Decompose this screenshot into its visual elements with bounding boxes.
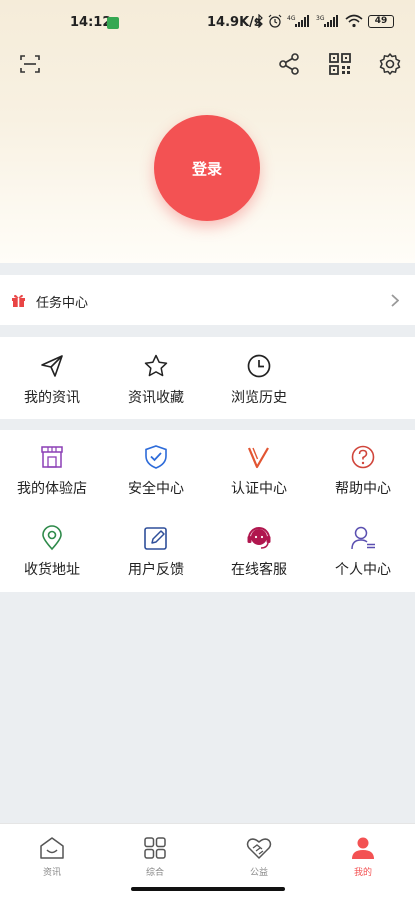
- headset-icon: [247, 527, 271, 549]
- settings-gear-icon[interactable]: [378, 52, 402, 76]
- star-icon: [144, 354, 168, 377]
- personal-center-item[interactable]: 个人中心: [311, 525, 415, 579]
- location-pin-icon: [42, 525, 62, 551]
- my-store-label: 我的体验店: [17, 481, 87, 497]
- user-feedback-item[interactable]: 用户反馈: [104, 525, 208, 579]
- store-icon: [41, 446, 63, 468]
- browse-history-label: 浏览历史: [231, 390, 287, 406]
- home-icon: [40, 837, 64, 859]
- status-bar: 14:12 14.9K/s 4G 3G 49: [0, 12, 415, 34]
- nav-tab-mine-label: 我的: [353, 868, 372, 878]
- net-type-4g: 4G: [287, 15, 296, 22]
- login-button[interactable]: 登录: [154, 115, 260, 221]
- paper-plane-icon: [41, 355, 63, 377]
- help-icon: [351, 445, 375, 469]
- my-store-item[interactable]: 我的体验店: [0, 444, 104, 498]
- nav-tab-news-label: 资讯: [42, 868, 61, 878]
- clock-icon: [247, 354, 271, 378]
- user-filled-icon: [352, 837, 374, 859]
- home-indicator[interactable]: [131, 887, 285, 891]
- status-net-speed: 14.9K/s: [207, 15, 262, 30]
- nav-tab-news[interactable]: 资讯: [22, 836, 82, 878]
- help-center-label: 帮助中心: [335, 481, 391, 497]
- help-center-item[interactable]: 帮助中心: [311, 444, 415, 498]
- browse-history-item[interactable]: 浏览历史: [207, 353, 311, 407]
- certification-center-item[interactable]: 认证中心: [207, 444, 311, 498]
- bluetooth-icon: [255, 14, 263, 28]
- battery-indicator: 49: [368, 14, 394, 28]
- my-news-item[interactable]: 我的资讯: [0, 353, 104, 407]
- shipping-address-item[interactable]: 收货地址: [0, 525, 104, 579]
- alarm-icon: [268, 14, 282, 28]
- net-type-3g: 3G: [316, 15, 325, 22]
- edit-icon: [144, 527, 167, 550]
- online-service-item[interactable]: 在线客服: [207, 525, 311, 579]
- status-time: 14:12: [70, 15, 112, 30]
- nav-tab-mine[interactable]: 我的: [333, 836, 393, 878]
- status-icons: 4G 3G 49: [255, 14, 394, 28]
- nav-tab-charity-label: 公益: [249, 868, 268, 878]
- task-center-row[interactable]: 任务中心: [0, 275, 415, 325]
- user-feedback-label: 用户反馈: [128, 562, 184, 578]
- task-center-label: 任务中心: [36, 296, 89, 311]
- person-icon: [351, 526, 375, 550]
- shield-icon: [145, 445, 167, 469]
- share-icon[interactable]: [277, 52, 301, 76]
- cell-signal-icon: 4G: [287, 15, 309, 27]
- personal-center-label: 个人中心: [335, 562, 391, 578]
- online-service-label: 在线客服: [231, 562, 287, 578]
- notification-icon: [107, 17, 119, 29]
- cell-signal-2-icon: 3G: [316, 15, 338, 27]
- v-badge-icon: [247, 447, 269, 469]
- grid-icon: [144, 837, 166, 859]
- scan-icon[interactable]: [18, 52, 42, 76]
- news-section: 我的资讯 资讯收藏 浏览历史: [0, 337, 415, 419]
- news-favorites-item[interactable]: 资讯收藏: [104, 353, 208, 407]
- qr-code-icon[interactable]: [328, 52, 352, 76]
- handshake-heart-icon: [246, 838, 272, 859]
- shipping-address-label: 收货地址: [24, 562, 80, 578]
- profile-header: 14:12 14.9K/s 4G 3G 49 登录: [0, 0, 415, 263]
- nav-tab-charity[interactable]: 公益: [229, 836, 289, 878]
- news-favorites-label: 资讯收藏: [128, 390, 184, 406]
- services-section: 我的体验店 安全中心 认证中心 帮助中心 收货地址 用户反馈 在线客服 个人中心: [0, 430, 415, 592]
- wifi-icon: [345, 14, 363, 28]
- security-center-item[interactable]: 安全中心: [104, 444, 208, 498]
- gift-icon: [12, 294, 25, 307]
- nav-tab-general[interactable]: 综合: [125, 836, 185, 878]
- chevron-right-icon: [391, 294, 399, 307]
- nav-tab-general-label: 综合: [145, 868, 164, 878]
- certification-center-label: 认证中心: [231, 481, 287, 497]
- security-center-label: 安全中心: [128, 481, 184, 497]
- my-news-label: 我的资讯: [24, 390, 80, 406]
